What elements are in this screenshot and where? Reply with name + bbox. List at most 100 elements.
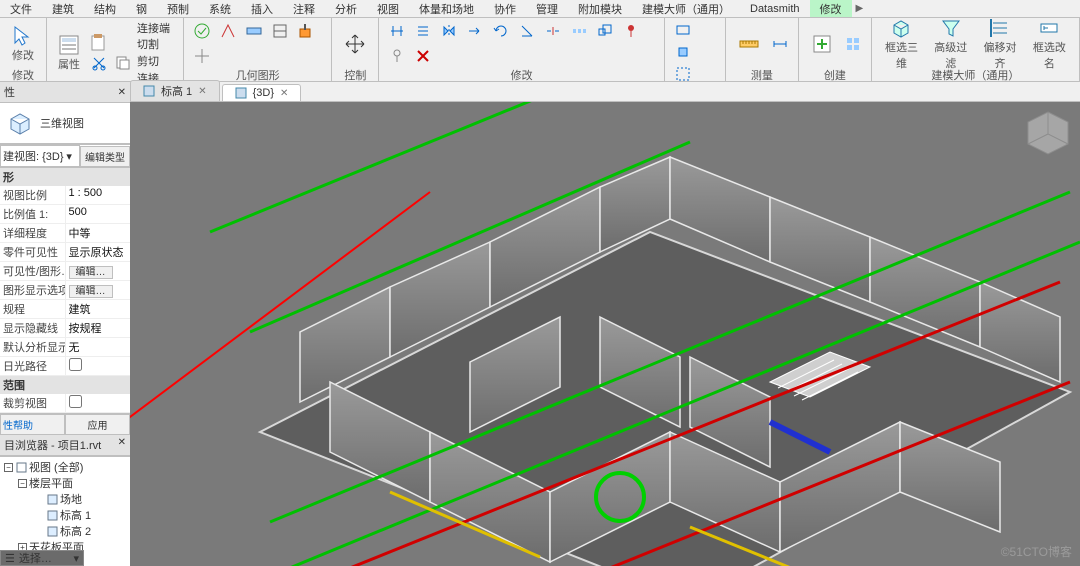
split-icon[interactable] bbox=[541, 21, 565, 41]
property-value[interactable] bbox=[65, 357, 131, 375]
ribbon-tab[interactable]: Datasmith bbox=[740, 0, 810, 17]
edit-button[interactable]: 编辑… bbox=[69, 285, 113, 298]
ribbon-tab[interactable]: 建筑 bbox=[42, 0, 84, 17]
ribbon-expand-icon[interactable]: ▶ bbox=[856, 3, 864, 14]
property-row: 比例值 1:500 bbox=[0, 205, 130, 224]
ribbon-tab[interactable]: 管理 bbox=[526, 0, 568, 17]
splitface-icon[interactable] bbox=[268, 21, 292, 41]
type-label: 三维视图 bbox=[40, 115, 84, 131]
hide-icon[interactable] bbox=[671, 20, 695, 40]
edit-button[interactable]: 编辑… bbox=[69, 266, 113, 279]
demolish-icon[interactable] bbox=[216, 21, 240, 41]
group-icon[interactable] bbox=[841, 34, 865, 54]
dim-icon[interactable] bbox=[768, 34, 792, 54]
close-icon[interactable]: ✕ bbox=[118, 87, 126, 98]
ribbon-tab[interactable]: 预制 bbox=[157, 0, 199, 17]
view-tab[interactable]: {3D}✕ bbox=[222, 84, 302, 101]
property-value[interactable] bbox=[65, 394, 131, 412]
tree-node[interactable]: −楼层平面 bbox=[2, 475, 128, 491]
property-value[interactable]: 编辑… bbox=[65, 262, 131, 280]
align-icon[interactable] bbox=[385, 21, 409, 41]
view-canvas[interactable]: ©51CTO博客 bbox=[130, 102, 1080, 566]
mirror-icon[interactable] bbox=[437, 21, 461, 41]
property-checkbox[interactable] bbox=[69, 358, 82, 371]
boxrename-button[interactable]: 框选改名 bbox=[1026, 23, 1073, 65]
offsetalign-icon bbox=[988, 17, 1012, 39]
property-checkbox[interactable] bbox=[69, 395, 82, 408]
rotate-icon[interactable] bbox=[489, 21, 513, 41]
activate-icon[interactable] bbox=[190, 21, 214, 41]
join-cut-item[interactable]: 连接端切割 bbox=[137, 20, 177, 52]
ribbon-tab[interactable]: 分析 bbox=[325, 0, 367, 17]
collapse-icon[interactable]: − bbox=[4, 463, 13, 472]
apply-button[interactable]: 应用 bbox=[65, 414, 130, 435]
copy-icon[interactable] bbox=[111, 53, 135, 73]
box3d-icon bbox=[889, 17, 913, 39]
property-row: 显示隐藏线按规程 bbox=[0, 319, 130, 338]
property-value[interactable]: 1 : 500 bbox=[65, 186, 131, 204]
ribbon-tab[interactable]: 系统 bbox=[199, 0, 241, 17]
array-icon[interactable] bbox=[567, 21, 591, 41]
property-key: 比例值 1: bbox=[0, 205, 65, 223]
box3d-button[interactable]: 框选三维 bbox=[878, 23, 925, 65]
ribbon-tab[interactable]: 建模大师（通用） bbox=[632, 0, 740, 17]
ribbon-tab[interactable]: 体量和场地 bbox=[409, 0, 484, 17]
property-value[interactable]: 无 bbox=[65, 338, 131, 356]
paint-icon[interactable] bbox=[294, 21, 318, 41]
create-button[interactable] bbox=[805, 23, 839, 65]
property-value[interactable]: 编辑… bbox=[65, 281, 131, 299]
unpin-icon[interactable] bbox=[385, 46, 409, 66]
ribbon-group-properties: 属性 连接端切割 剪切 连接 属性 剪贴板 bbox=[47, 18, 184, 81]
offset-icon[interactable] bbox=[411, 21, 435, 41]
trim-icon[interactable] bbox=[515, 21, 539, 41]
cope-icon[interactable] bbox=[242, 21, 266, 41]
property-value[interactable]: 中等 bbox=[65, 224, 131, 242]
tree-node[interactable]: 标高 2 bbox=[2, 523, 128, 539]
view-cube[interactable] bbox=[1020, 106, 1076, 162]
selection-bar[interactable]: ☰ 选择… ▾ bbox=[0, 550, 84, 566]
offsetalign-button[interactable]: 偏移对齐 bbox=[976, 23, 1023, 65]
ribbon-tab[interactable]: 附加模块 bbox=[568, 0, 632, 17]
tree-node[interactable]: − 视图 (全部) bbox=[2, 459, 128, 475]
delete-icon[interactable] bbox=[411, 46, 435, 66]
ribbon-tab[interactable]: 视图 bbox=[367, 0, 409, 17]
tree-label: 视图 (全部) bbox=[29, 459, 83, 475]
collapse-icon[interactable]: − bbox=[18, 479, 27, 488]
property-value[interactable]: 建筑 bbox=[65, 300, 131, 318]
cut-icon[interactable] bbox=[87, 53, 111, 73]
ribbon-tab[interactable]: 结构 bbox=[84, 0, 126, 17]
ribbon-tab[interactable]: 协作 bbox=[484, 0, 526, 17]
close-icon[interactable]: ✕ bbox=[198, 86, 206, 97]
view-tab[interactable]: 标高 1✕ bbox=[130, 80, 220, 101]
paste-button[interactable] bbox=[87, 33, 111, 53]
ribbon-tab[interactable]: 插入 bbox=[241, 0, 283, 17]
close-icon[interactable]: ✕ bbox=[280, 88, 288, 99]
move-free-icon[interactable] bbox=[338, 23, 372, 65]
property-value[interactable]: 500 bbox=[65, 205, 131, 223]
ribbon-tab[interactable]: 文件 bbox=[0, 0, 42, 17]
pin-icon[interactable] bbox=[619, 21, 643, 41]
ribbon-tab[interactable]: 修改 bbox=[810, 0, 852, 17]
properties-button[interactable]: 属性 bbox=[53, 32, 85, 74]
cursor-icon bbox=[11, 25, 35, 47]
advfilter-button[interactable]: 高级过滤 bbox=[927, 23, 974, 65]
modify-button[interactable]: 修改 bbox=[6, 23, 40, 65]
override-icon[interactable] bbox=[671, 64, 695, 84]
close-icon[interactable]: ✕ bbox=[118, 437, 126, 453]
edit-type-button[interactable]: 编辑类型 bbox=[80, 146, 130, 167]
move-icon[interactable] bbox=[463, 21, 487, 41]
scale-icon[interactable] bbox=[593, 21, 617, 41]
ribbon-tab[interactable]: 注释 bbox=[283, 0, 325, 17]
property-row: 规程建筑 bbox=[0, 300, 130, 319]
tree-node[interactable]: 标高 1 bbox=[2, 507, 128, 523]
cut-item[interactable]: 剪切 bbox=[137, 53, 177, 69]
property-value[interactable]: 显示原状态 bbox=[65, 243, 131, 261]
isolate-icon[interactable] bbox=[671, 42, 695, 62]
ribbon-tab[interactable]: 钢 bbox=[126, 0, 157, 17]
type-selector[interactable]: 建视图: {3D} ▾ bbox=[0, 145, 80, 167]
demolish2-icon[interactable] bbox=[190, 46, 214, 66]
property-value[interactable]: 按规程 bbox=[65, 319, 131, 337]
measure-button[interactable] bbox=[732, 23, 766, 65]
tree-node[interactable]: 场地 bbox=[2, 491, 128, 507]
properties-help-button[interactable]: 性帮助 bbox=[0, 414, 65, 435]
